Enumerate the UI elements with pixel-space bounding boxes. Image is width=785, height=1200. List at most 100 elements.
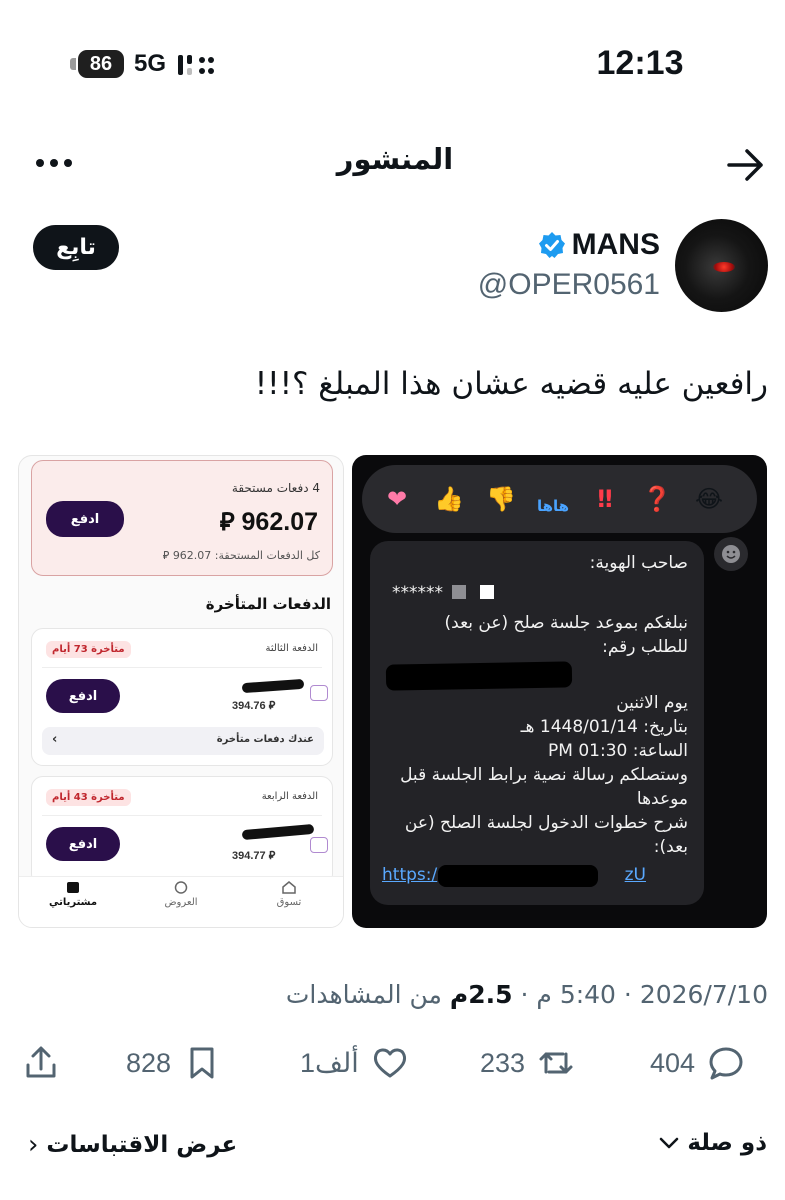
- pay-button[interactable]: ادفع: [46, 501, 124, 537]
- masked-id: ******: [392, 583, 443, 603]
- bookmark-button[interactable]: 828: [126, 1040, 221, 1086]
- message-line: وستصلكم رسالة نصية برابط الجلسة قبل موعد…: [400, 765, 688, 809]
- total-due-label: كل الدفعات المستحقة: 962.07 ⃁: [162, 549, 320, 562]
- shop-icon: [282, 881, 296, 894]
- app-bottom-nav: مشترياتي العروض تسوق: [19, 876, 343, 927]
- message-line: بتاريخ: 1448/01/14 هـ: [520, 717, 688, 737]
- late-note: عندك دفعات متأخرة: [216, 734, 314, 745]
- add-reaction-icon[interactable]: [714, 537, 748, 571]
- message-link[interactable]: https:/ zU: [382, 865, 692, 891]
- like-count: 1ألف: [300, 1047, 359, 1078]
- thumbs-down-reaction-icon[interactable]: 👎: [486, 485, 516, 513]
- nav-offers[interactable]: العروض: [141, 881, 221, 908]
- riyal-symbol: ⃁: [219, 508, 235, 536]
- message-line: يوم الاثنين: [616, 693, 688, 713]
- chevron-left-icon: ‹: [28, 1130, 39, 1160]
- related-label: ذو صلة: [687, 1130, 767, 1156]
- battery-cap: [70, 58, 76, 70]
- late-payments-heading: الدفعات المتأخرة: [205, 595, 331, 613]
- heart-icon: [373, 1048, 406, 1078]
- more-icon[interactable]: [34, 150, 74, 176]
- post-text: رافعين عليه قضيه عشان هذا المبلغ ؟!!!: [254, 366, 768, 402]
- pay-button[interactable]: ادفع: [46, 827, 120, 861]
- late-payment-item: متأخرة 43 أيام الدفعة الرابعة ادفع 394.7…: [31, 776, 333, 886]
- share-button[interactable]: [22, 1040, 60, 1086]
- media-image-message[interactable]: ❤ 👍 👎 هاها ‼ ❓ 😂 صاحب الهوية: ****** نبل…: [352, 455, 767, 928]
- redaction-box: [452, 585, 466, 599]
- question-reaction-icon[interactable]: ❓: [642, 485, 672, 513]
- nav-offers-label: العروض: [164, 897, 198, 908]
- laugh-reaction-icon[interactable]: 😂: [694, 485, 724, 513]
- chevron-left-icon: ‹: [52, 732, 58, 747]
- related-dropdown[interactable]: ذو صلة: [560, 1130, 767, 1156]
- message-line: صاحب الهوية:: [589, 553, 688, 573]
- payment-name: الدفعة الرابعة: [261, 791, 318, 802]
- payment-name: الدفعة الثالثة: [265, 643, 318, 654]
- redaction-scribble: [241, 823, 315, 841]
- author-name-row[interactable]: MANS: [430, 228, 660, 262]
- status-time: 12:13: [596, 44, 684, 82]
- heart-reaction-icon[interactable]: ❤: [382, 485, 412, 513]
- redaction-box: [480, 585, 494, 599]
- author-display-name: MANS: [571, 228, 660, 261]
- meta-separator: ·: [512, 980, 529, 1009]
- view-quotes-link[interactable]: عرض الاقتباسات ‹: [28, 1130, 237, 1160]
- redaction-scribble: [438, 865, 598, 887]
- reply-icon: [709, 1047, 743, 1080]
- signal-icon: [178, 55, 214, 75]
- meta-separator: ·: [615, 980, 632, 1009]
- due-payments-count: 4 دفعات مستحقة: [231, 481, 320, 495]
- late-badge: متأخرة 43 أيام: [46, 789, 131, 806]
- verified-badge-icon: [538, 232, 565, 258]
- exclamation-reaction-icon[interactable]: ‼: [590, 485, 620, 513]
- redaction-scribble: [385, 661, 573, 691]
- views-count: 2.5م: [449, 980, 513, 1009]
- reply-count: 404: [650, 1047, 696, 1078]
- media-image-payments[interactable]: 4 دفعات مستحقة 962.07 ⃁ ادفع كل الدفعات …: [18, 455, 344, 928]
- due-amount: 962.07 ⃁: [220, 505, 318, 537]
- message-line: شرح خطوات الدخول لجلسة الصلح (عن بعد):: [404, 813, 688, 857]
- view-quotes-label: عرض الاقتباسات: [46, 1132, 238, 1158]
- back-arrow-icon[interactable]: [727, 148, 765, 182]
- share-icon: [26, 1046, 56, 1078]
- redaction-scribble: [241, 678, 305, 694]
- message-line: نبلغكم بموعد جلسة صلح (عن بعد): [444, 613, 688, 633]
- link-start: https:/: [382, 865, 438, 885]
- repost-button[interactable]: 233: [480, 1040, 575, 1086]
- nav-purchases-label: مشترياتي: [48, 897, 98, 908]
- battery-indicator: 86: [78, 50, 124, 78]
- thumbs-up-reaction-icon[interactable]: 👍: [434, 485, 464, 513]
- action-bar: 828 1ألف 233 404: [20, 1040, 780, 1086]
- payment-amount: 394.76 ⃁: [232, 700, 276, 712]
- bookmark-count: 828: [126, 1047, 172, 1078]
- late-badge: متأخرة 73 أيام: [46, 641, 131, 658]
- bag-icon: [310, 837, 328, 853]
- message-bubble: صاحب الهوية: ****** نبلغكم بموعد جلسة صل…: [370, 541, 704, 905]
- late-payments-row[interactable]: عندك دفعات متأخرة ‹: [42, 727, 324, 755]
- reply-button[interactable]: 404: [650, 1040, 745, 1086]
- post-date: 2026/7/10: [639, 980, 768, 1009]
- haha-reaction[interactable]: هاها: [537, 497, 569, 515]
- purchases-icon: [67, 882, 79, 893]
- nav-shop[interactable]: تسوق: [249, 881, 329, 908]
- message-line: للطلب رقم:: [602, 637, 688, 657]
- like-button[interactable]: 1ألف: [300, 1040, 409, 1086]
- repost-count: 233: [480, 1047, 526, 1078]
- network-type: 5G: [134, 50, 167, 77]
- late-payment-item: متأخرة 73 أيام الدفعة الثالثة ادفع 394.7…: [31, 628, 333, 766]
- pay-button[interactable]: ادفع: [46, 679, 120, 713]
- post-meta: 2026/7/10 · 5:40 م · 2.5م من المشاهدات: [30, 980, 768, 1009]
- message-line: الساعة: PM 01:30: [548, 741, 688, 761]
- views-label: من المشاهدات: [285, 980, 442, 1009]
- due-amount-value: 962.07: [241, 508, 318, 536]
- chevron-down-icon: [660, 1137, 679, 1149]
- bookmark-icon: [190, 1047, 214, 1079]
- divider: [42, 815, 322, 816]
- offers-icon: [174, 881, 188, 894]
- follow-button[interactable]: تابِع: [33, 225, 119, 270]
- repost-icon: [539, 1052, 573, 1074]
- avatar[interactable]: [675, 219, 768, 312]
- nav-purchases[interactable]: مشترياتي: [33, 881, 113, 908]
- nav-shop-label: تسوق: [276, 897, 302, 908]
- author-handle[interactable]: @OPER0561: [430, 268, 660, 302]
